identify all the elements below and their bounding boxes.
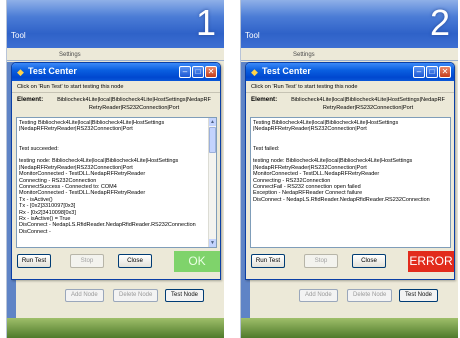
instruction-text: Click on 'Run Test' to start testing thi… [17, 84, 124, 90]
log-line: DisConnect - NedapLS.RfidReader.NedapRfi… [19, 222, 196, 229]
background-window-titlebar [7, 0, 224, 48]
close-icon[interactable]: ✕ [439, 66, 451, 78]
delete-node-button[interactable]: Delete Node [113, 289, 159, 302]
dialog-titlebar[interactable]: ◆ Test Center – □ ✕ [12, 63, 220, 81]
minimize-icon[interactable]: – [179, 66, 191, 78]
divider [246, 92, 454, 93]
tab-divider [7, 60, 224, 61]
test-center-dialog: ◆ Test Center – □ ✕ Click on 'Run Test' … [245, 62, 455, 280]
stop-button[interactable]: Stop [70, 254, 104, 268]
stop-button[interactable]: Stop [304, 254, 338, 268]
panel-number: 1 [195, 2, 216, 43]
background-window-title: Tool [11, 31, 26, 40]
tab-settings[interactable]: Settings [293, 52, 315, 58]
add-node-button[interactable]: Add Node [65, 289, 104, 302]
tab-divider [241, 60, 458, 61]
result-ok-badge: OK [174, 251, 220, 272]
close-icon[interactable]: ✕ [205, 66, 217, 78]
app-icon: ◆ [251, 67, 258, 77]
run-test-button[interactable]: Run Test [251, 254, 285, 268]
result-error-badge: ERROR [408, 251, 454, 272]
element-path: Bibliocheck4Lite|local|Bibliocheck4Lite|… [57, 97, 211, 111]
run-test-button[interactable]: Run Test [17, 254, 51, 268]
desktop-wallpaper [241, 318, 458, 338]
close-button[interactable]: Close [352, 254, 386, 268]
app-icon: ◆ [17, 67, 24, 77]
test-log-textarea[interactable]: Testing Bibliocheck4Lite|local|Biblioche… [16, 117, 217, 248]
desktop-wallpaper [7, 318, 224, 338]
tab-settings[interactable]: Settings [59, 52, 81, 58]
minimize-icon[interactable]: – [413, 66, 425, 78]
element-label: Element: [17, 96, 44, 103]
panel-number: 2 [429, 2, 450, 43]
log-line: DisConnect - [19, 228, 51, 235]
screenshot-panel-1: Tool 1 Settings ◆ Test Center – □ ✕ Clic… [6, 0, 224, 338]
scroll-up-icon[interactable]: ▲ [209, 118, 216, 126]
maximize-icon[interactable]: □ [426, 66, 438, 78]
background-window-titlebar [241, 0, 458, 48]
log-lines: Testing Bibliocheck4Lite|local|Biblioche… [253, 120, 441, 203]
log-line: DisConnect - NedapLS.RfidReader.NedapRfi… [253, 196, 430, 203]
delete-node-button[interactable]: Delete Node [347, 289, 393, 302]
scroll-thumb[interactable] [209, 127, 216, 153]
dialog-title: Test Center [28, 66, 77, 76]
test-log-textarea[interactable]: Testing Bibliocheck4Lite|local|Biblioche… [250, 117, 451, 248]
test-node-button[interactable]: Test Node [399, 289, 439, 302]
screenshot-panel-2: Tool 2 Settings ◆ Test Center – □ ✕ Clic… [240, 0, 458, 338]
background-window-title: Tool [245, 31, 260, 40]
dialog-titlebar[interactable]: ◆ Test Center – □ ✕ [246, 63, 454, 81]
test-center-dialog: ◆ Test Center – □ ✕ Click on 'Run Test' … [11, 62, 221, 280]
scroll-down-icon[interactable]: ▼ [209, 239, 216, 247]
dialog-title: Test Center [262, 66, 311, 76]
test-node-button[interactable]: Test Node [165, 289, 205, 302]
element-path: Bibliocheck4Lite|local|Bibliocheck4Lite|… [291, 97, 445, 111]
maximize-icon[interactable]: □ [192, 66, 204, 78]
log-lines: Testing Bibliocheck4Lite|local|Biblioche… [19, 120, 207, 235]
element-label: Element: [251, 96, 278, 103]
add-node-button[interactable]: Add Node [299, 289, 338, 302]
close-button[interactable]: Close [118, 254, 152, 268]
log-scrollbar[interactable]: ▲ ▼ [208, 118, 216, 247]
divider [12, 92, 220, 93]
instruction-text: Click on 'Run Test' to start testing thi… [251, 84, 358, 90]
